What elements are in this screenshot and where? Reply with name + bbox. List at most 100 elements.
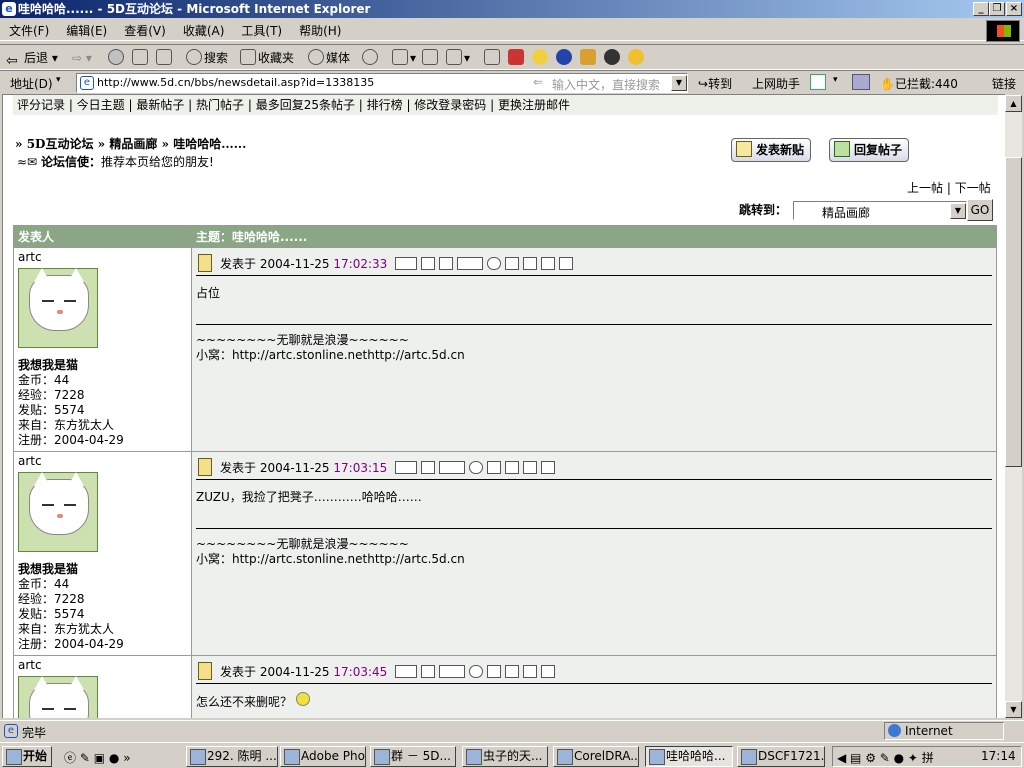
print-icon[interactable]	[422, 49, 440, 67]
home-icon[interactable]	[156, 49, 174, 67]
signature-link[interactable]: 小窝：http://artc.stonline.nethttp://artc.5…	[196, 348, 992, 363]
forward-button[interactable]: ⇨ ▾	[72, 49, 92, 67]
author-name[interactable]: artc	[18, 658, 187, 673]
task-item[interactable]: 虫子的天...	[462, 746, 548, 767]
qq-icon[interactable]	[604, 49, 622, 67]
task-item[interactable]: 群 － 5D...	[370, 746, 456, 767]
jump-go-button[interactable]: GO	[967, 199, 993, 221]
author-name[interactable]: artc	[18, 250, 187, 265]
back-button[interactable]: ⇦ 后退 ▾	[6, 49, 58, 69]
more-icon[interactable]	[541, 461, 556, 474]
forum-mail-label: 论坛信使：	[40, 155, 101, 169]
pencil-quicklaunch-icon[interactable]: ✎	[80, 751, 90, 765]
menu-help[interactable]: 帮助(H)	[290, 19, 349, 39]
qq-quicklaunch-icon[interactable]: ●	[109, 751, 119, 765]
assistant-mail-icon[interactable]	[810, 74, 826, 90]
card-icon[interactable]	[852, 74, 870, 90]
address-dropdown-icon[interactable]: ▾	[56, 75, 61, 85]
go-button[interactable]: ↪转到	[698, 75, 732, 92]
minimize-button[interactable]: _	[973, 2, 989, 16]
pm-icon[interactable]	[439, 461, 466, 474]
close-button[interactable]: ×	[1006, 2, 1022, 16]
stop-icon[interactable]	[108, 49, 126, 67]
search-user-icon[interactable]	[469, 461, 484, 474]
author-name[interactable]: artc	[18, 454, 187, 469]
menu-file[interactable]: 文件(F)	[0, 19, 57, 39]
assistant-dropdown-icon[interactable]: ▾	[833, 75, 838, 85]
quote-icon[interactable]	[523, 257, 538, 270]
mail-icon[interactable]: ▾	[392, 49, 416, 67]
edit-post-icon[interactable]	[487, 461, 502, 474]
favorite-icon[interactable]	[439, 257, 454, 270]
profile-icon[interactable]	[395, 665, 418, 678]
task-item[interactable]: CorelDRA...	[553, 746, 639, 767]
search-button[interactable]: 搜索	[186, 49, 228, 67]
pm-icon[interactable]	[439, 665, 466, 678]
top-navigation[interactable]: 评分记录 | 今日主题 | 最新帖子 | 热门帖子 | 最多回复25条帖子 | …	[13, 95, 998, 115]
vertical-scrollbar[interactable]: ▲ ▼	[1005, 95, 1022, 718]
profile-icon[interactable]	[395, 461, 418, 474]
popup-blocker-button[interactable]: ✋已拦截:440	[880, 75, 958, 92]
search-user-icon[interactable]	[469, 665, 484, 678]
homepage-icon[interactable]	[421, 665, 436, 678]
author-cell: artc	[13, 655, 192, 718]
task-item[interactable]: DSCF1721...	[737, 746, 825, 767]
discuss-icon[interactable]	[484, 49, 502, 67]
url-dropdown-icon[interactable]: ▼	[671, 75, 687, 91]
notepad-quicklaunch-icon[interactable]: ▣	[94, 751, 105, 765]
scroll-thumb[interactable]	[1005, 157, 1022, 467]
pm-icon[interactable]	[457, 257, 484, 270]
shield-icon[interactable]	[556, 49, 574, 67]
task-item[interactable]: Adobe Pho...	[280, 746, 366, 767]
assistant-button[interactable]: 上网助手	[752, 75, 800, 92]
homepage-icon[interactable]	[421, 257, 436, 270]
scroll-down-icon[interactable]: ▼	[1005, 701, 1022, 718]
address-bar: 地址(D) ▾ e http://www.5d.cn/bbs/newsdetai…	[0, 70, 1024, 94]
edit-post-icon[interactable]	[487, 665, 502, 678]
start-button[interactable]: 开始	[2, 746, 52, 767]
links-button[interactable]: 链接	[992, 75, 1016, 92]
prev-thread-link[interactable]: 上一帖	[907, 181, 943, 195]
search-user-icon[interactable]	[487, 257, 502, 270]
more-icon[interactable]	[559, 257, 574, 270]
task-item[interactable]: 哇哈哈哈...	[645, 746, 733, 767]
new-post-button[interactable]: 发表新贴	[731, 138, 812, 162]
tool-icon[interactable]	[580, 49, 598, 67]
scroll-up-icon[interactable]: ▲	[1005, 95, 1022, 112]
refresh-icon[interactable]	[132, 49, 150, 67]
menu-edit[interactable]: 编辑(E)	[57, 19, 115, 39]
edit-post-icon[interactable]	[505, 257, 520, 270]
profile-icon[interactable]	[395, 257, 418, 270]
menu-favorites[interactable]: 收藏(A)	[174, 19, 233, 39]
homepage-icon[interactable]	[421, 461, 436, 474]
smiley-icon[interactable]	[532, 49, 550, 67]
edit-icon[interactable]: ▾	[446, 49, 470, 67]
signature-link[interactable]: 小窝：http://artc.stonline.nethttp://artc.5…	[196, 552, 992, 567]
move-icon[interactable]	[523, 461, 538, 474]
emoticon-icon[interactable]	[628, 49, 646, 67]
breadcrumb-board-link[interactable]: 精品画廊	[109, 137, 157, 151]
next-thread-link[interactable]: 下一帖	[955, 181, 991, 195]
task-item[interactable]: 292. 陈明 ...	[186, 746, 278, 767]
quote-icon[interactable]	[505, 665, 520, 678]
move-icon[interactable]	[541, 257, 556, 270]
ie-quicklaunch-icon[interactable]: ⓔ	[64, 751, 76, 765]
menu-view[interactable]: 查看(V)	[115, 19, 174, 39]
quote-icon[interactable]	[505, 461, 520, 474]
table-row: artc 发表于 2004-11-25 17:03:45 怎么还不来删呢？	[13, 655, 997, 718]
breadcrumb-home-link[interactable]: 5D互动论坛	[27, 137, 94, 151]
forum-mail-link[interactable]: 推荐本页给您的朋友!	[101, 155, 214, 169]
jump-dropdown-icon[interactable]: ▼	[950, 203, 966, 219]
more-icon[interactable]	[541, 665, 556, 678]
favorites-button[interactable]: 收藏夹	[240, 49, 294, 67]
messenger-icon[interactable]	[508, 49, 526, 67]
maximize-button[interactable]: ❐	[989, 2, 1005, 16]
tray-icons[interactable]: ◀ ▤ ⚙ ✎ ● ✦ 拼	[837, 749, 934, 766]
move-icon[interactable]	[523, 665, 538, 678]
jump-select[interactable]: 精品画廊 ▼	[793, 201, 967, 220]
menu-tools[interactable]: 工具(T)	[232, 19, 290, 39]
reply-button[interactable]: 回复帖子	[829, 138, 910, 162]
history-icon[interactable]	[362, 49, 380, 67]
media-button[interactable]: 媒体	[308, 49, 350, 67]
address-input[interactable]: e http://www.5d.cn/bbs/newsdetail.asp?id…	[76, 73, 688, 93]
